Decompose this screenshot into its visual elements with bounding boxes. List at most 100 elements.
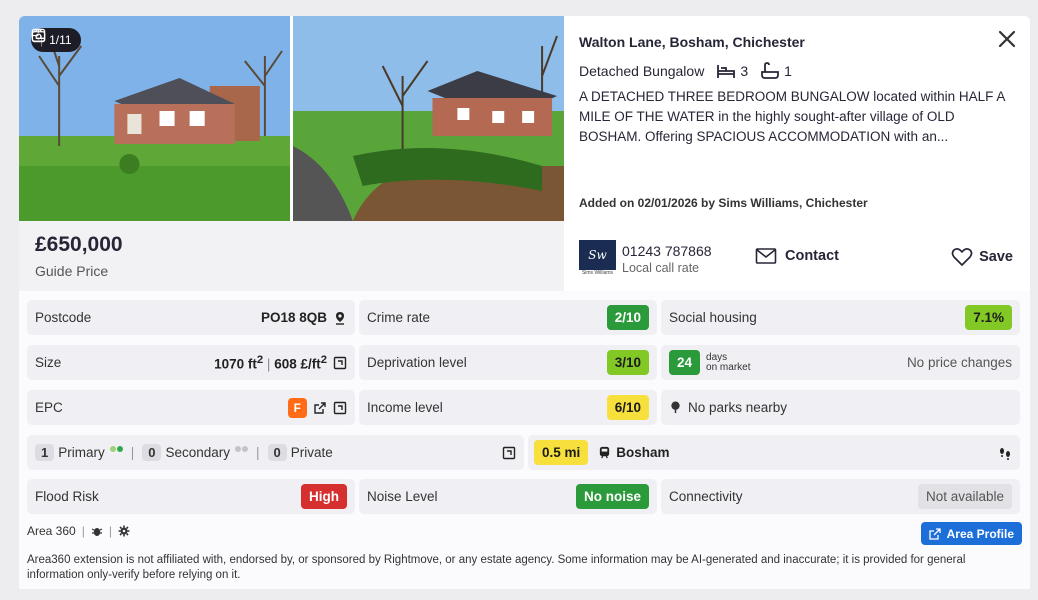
flood-risk-cell: Flood Risk High	[27, 479, 355, 514]
postcode-label: Postcode	[35, 310, 92, 325]
station-distance: 0.5 mi	[534, 440, 589, 465]
train-icon	[600, 446, 610, 459]
gear-icon[interactable]	[118, 525, 130, 537]
close-icon[interactable]	[996, 28, 1018, 50]
primary-label: Primary	[58, 445, 105, 460]
bathrooms-count: 1	[784, 63, 792, 79]
area360-brand: Area 360	[27, 524, 76, 538]
agent-info[interactable]: Sw Sims Williams 01243 787868 Local call…	[579, 240, 712, 277]
primary-count: 1	[35, 444, 55, 461]
income-label: Income level	[367, 400, 443, 415]
bathrooms: 1	[760, 62, 792, 80]
floorplan-icon[interactable]	[333, 401, 347, 415]
phone-note: Local call rate	[622, 260, 700, 275]
external-link-icon[interactable]	[313, 401, 327, 415]
social-housing-label: Social housing	[669, 310, 757, 325]
price-changes: No price changes	[906, 355, 1012, 370]
noise-badge: No noise	[575, 484, 649, 509]
price-qualifier: Guide Price	[35, 263, 109, 279]
crime-rate-badge: 2/10	[606, 305, 649, 330]
days-badge: 24	[669, 350, 701, 375]
property-type: Detached Bungalow	[579, 63, 705, 79]
secondary-dots	[234, 445, 249, 460]
postcode-value: PO18 8QB	[260, 310, 327, 325]
area360-panel: Postcode PO18 8QB Crime rate 2/10 Social…	[19, 291, 1030, 589]
private-label: Private	[290, 445, 333, 460]
connectivity-badge: Not available	[917, 484, 1012, 509]
epc-label: EPC	[35, 400, 63, 415]
epc-cell: EPC F	[27, 390, 355, 425]
bedrooms-count: 3	[740, 63, 749, 79]
primary-dots	[109, 445, 123, 460]
size-price: 608 £/ft	[274, 356, 321, 372]
save-label: Save	[979, 249, 1013, 265]
size-cell: Size 1070 ft2 | 608 £/ft2	[27, 345, 355, 380]
contact-button[interactable]: Contact	[755, 247, 839, 265]
size-ft: 1070 ft	[214, 356, 257, 372]
envelope-icon	[755, 248, 777, 264]
postcode-cell: Postcode PO18 8QB	[27, 300, 355, 335]
listing-address[interactable]: Walton Lane, Bosham, Chichester	[579, 34, 1019, 50]
photo-count-badge[interactable]: | 1/11	[31, 28, 81, 52]
area-profile-button[interactable]: Area Profile	[920, 522, 1022, 545]
deprivation-label: Deprivation level	[367, 355, 467, 370]
listing-description: A DETACHED THREE BEDROOM BUNGALOW locate…	[579, 89, 1005, 144]
bath-icon	[761, 62, 780, 79]
income-badge: 6/10	[606, 395, 649, 420]
epc-badge: F	[287, 397, 307, 418]
disclaimer: Area360 extension is not affiliated with…	[27, 554, 966, 581]
connectivity-cell: Connectivity Not available	[661, 479, 1020, 514]
crime-rate-cell: Crime rate 2/10	[359, 300, 657, 335]
property-photo[interactable]	[293, 16, 564, 221]
camera-icon	[31, 29, 46, 42]
property-card: | 1/11 £650,000 Guide Price Walton Lane,…	[19, 16, 1030, 291]
social-housing-badge: 7.1%	[965, 305, 1012, 330]
area360-footer: Area 360 | |	[27, 524, 130, 538]
footsteps-icon[interactable]	[998, 446, 1012, 460]
school-info-icon[interactable]	[502, 446, 516, 460]
price-box: £650,000 Guide Price	[19, 221, 564, 291]
photo-counter: 1/11	[49, 33, 72, 47]
social-housing-cell: Social housing 7.1%	[661, 300, 1020, 335]
schools-cell: 1 Primary | 0 Secondary | 0 Private	[27, 435, 524, 470]
added-info: Added on 02/01/2026 by Sims Williams, Ch…	[579, 196, 868, 210]
agent-logo: Sw Sims Williams	[579, 240, 616, 277]
private-count: 0	[267, 444, 287, 461]
agent-phone[interactable]: 01243 787868 Local call rate	[622, 243, 712, 275]
phone-number[interactable]: 01243 787868	[622, 243, 712, 259]
flood-risk-badge: High	[301, 484, 347, 509]
bug-icon[interactable]	[91, 525, 103, 537]
external-link-icon	[928, 527, 941, 540]
property-photo[interactable]: | 1/11	[19, 16, 290, 221]
price: £650,000	[35, 233, 123, 256]
parks-cell: No parks nearby	[661, 390, 1020, 425]
days-line2: on market	[706, 361, 751, 373]
size-ft-sup: 2	[256, 353, 264, 366]
bed-icon	[717, 65, 736, 78]
noise-cell: Noise Level No noise	[359, 479, 657, 514]
size-value: 1070 ft2 | 608 £/ft2	[214, 353, 327, 372]
agent-logo-small: Sims Williams	[579, 270, 616, 277]
deprivation-badge: 3/10	[606, 350, 649, 375]
crime-rate-label: Crime rate	[367, 310, 431, 325]
days-on-market: 24 days on market	[669, 350, 907, 375]
secondary-count: 0	[142, 444, 162, 461]
tree-icon	[671, 401, 680, 414]
income-cell: Income level 6/10	[359, 390, 657, 425]
floorplan-icon[interactable]	[333, 356, 347, 370]
deprivation-cell: Deprivation level 3/10	[359, 345, 657, 380]
secondary-label: Secondary	[165, 445, 231, 460]
photo-gallery[interactable]: | 1/11	[19, 16, 564, 221]
flood-risk-label: Flood Risk	[35, 489, 99, 504]
days-on-market-cell: 24 days on market No price changes	[661, 345, 1020, 380]
noise-label: Noise Level	[367, 489, 438, 504]
map-pin-icon[interactable]	[333, 311, 347, 325]
agent-logo-text: Sw	[588, 248, 607, 262]
area-profile-label: Area Profile	[946, 526, 1014, 541]
parks-label: No parks nearby	[688, 400, 788, 415]
save-button[interactable]: Save	[951, 247, 1013, 267]
listing-info: Walton Lane, Bosham, Chichester Detached…	[579, 34, 1019, 147]
station-name: Bosham	[616, 445, 670, 460]
heart-icon	[951, 248, 973, 266]
bedrooms: 3	[716, 62, 748, 80]
